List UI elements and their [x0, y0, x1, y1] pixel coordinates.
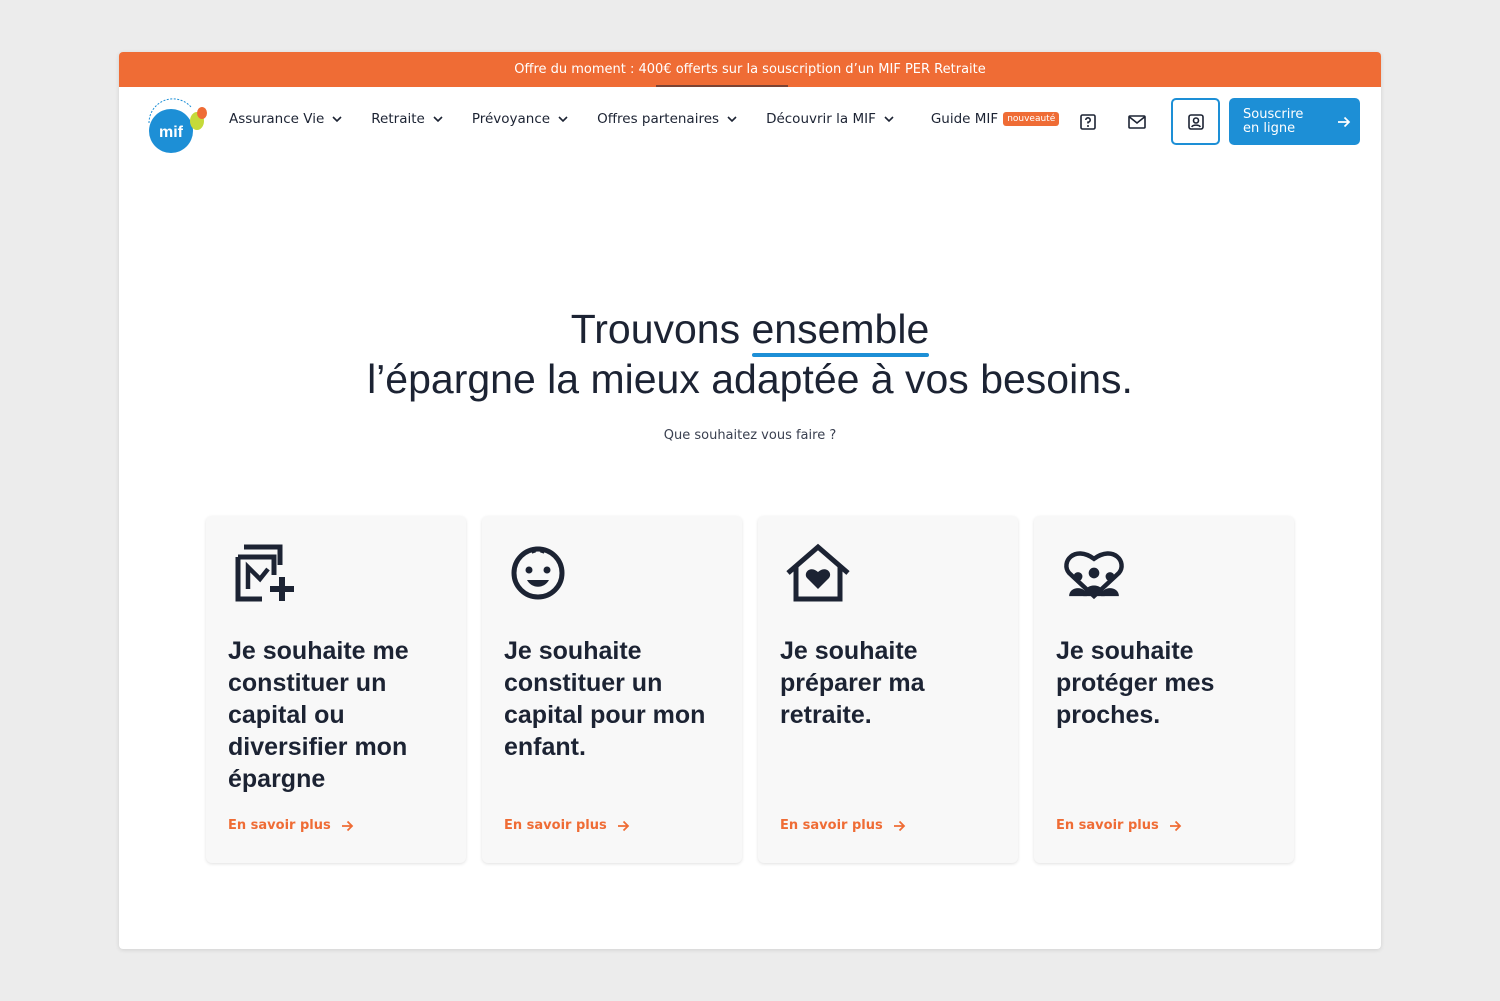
card-title: Je souhaite protéger mes proches.: [1056, 637, 1215, 729]
hero-section: Trouvons ensemble l’épargne la mieux ada…: [119, 304, 1381, 443]
chevron-down-icon: [558, 116, 568, 123]
card-capital-epargne[interactable]: Je souhaite me constituer un capital ou …: [206, 516, 466, 863]
promo-text[interactable]: Offre du moment : 400€ offerts sur la so…: [514, 62, 986, 77]
arrow-right-icon: [1338, 116, 1351, 127]
house-heart-icon: [786, 543, 850, 602]
contact-button[interactable]: [1126, 111, 1148, 133]
browser-window: Offre du moment : 400€ offerts sur la so…: [119, 52, 1381, 949]
nav-item-retraite[interactable]: Retraite: [371, 111, 444, 127]
goal-cards: Je souhaite me constituer un capital ou …: [206, 516, 1294, 863]
account-button[interactable]: [1171, 98, 1220, 145]
mif-logo[interactable]: mif: [141, 97, 211, 153]
arrow-right-icon: [893, 820, 906, 831]
hero-title-start: Trouvons: [570, 306, 752, 352]
learn-more-link[interactable]: En savoir plus: [228, 818, 354, 833]
chevron-down-icon: [332, 116, 342, 123]
nav-item-label: Découvrir la MIF: [766, 111, 876, 127]
learn-more-link[interactable]: En savoir plus: [780, 818, 906, 833]
family-icon: [1064, 551, 1124, 600]
logo-text: mif: [159, 124, 184, 141]
nav-item-guide-mif[interactable]: Guide MIF nouveauté: [930, 111, 1060, 127]
card-retraite[interactable]: Je souhaite préparer ma retraite. En sav…: [758, 516, 1018, 863]
baby-face-icon: [511, 546, 565, 600]
arrow-right-icon: [341, 820, 354, 831]
hero-title-highlight: ensemble: [751, 306, 930, 357]
card-proteger-proches[interactable]: Je souhaite protéger mes proches. En sav…: [1034, 516, 1294, 863]
promo-banner[interactable]: Offre du moment : 400€ offerts sur la so…: [119, 52, 1381, 87]
card-title: Je souhaite constituer un capital pour m…: [504, 637, 706, 761]
hero-title-end: l’épargne la mieux adaptée à vos besoins…: [367, 356, 1133, 402]
nav-item-label: Prévoyance: [471, 111, 551, 127]
savings-add-icon: [235, 544, 294, 602]
user-account-icon: [1187, 113, 1204, 130]
card-title: Je souhaite me constituer un capital ou …: [228, 637, 409, 793]
chevron-down-icon: [433, 116, 443, 123]
hero-subtitle: Que souhaitez vous faire ?: [663, 428, 837, 443]
card-capital-enfant[interactable]: Je souhaite constituer un capital pour m…: [482, 516, 742, 863]
card-title: Je souhaite préparer ma retraite.: [780, 637, 925, 729]
chevron-down-icon: [884, 116, 894, 123]
new-badge: nouveauté: [1003, 112, 1060, 126]
nav-item-decouvrir-la-mif[interactable]: Découvrir la MIF: [766, 111, 895, 127]
help-button[interactable]: [1077, 111, 1099, 133]
guide-label: Guide MIF: [930, 111, 999, 127]
arrow-right-icon: [1169, 820, 1182, 831]
learn-more-link[interactable]: En savoir plus: [1056, 818, 1182, 833]
arrow-right-icon: [617, 820, 630, 831]
subscribe-online-button[interactable]: Souscrire en ligne: [1229, 98, 1360, 145]
mail-icon: [1128, 115, 1146, 129]
learn-more-label: En savoir plus: [504, 818, 607, 833]
hero-title: Trouvons ensemble l’épargne la mieux ada…: [119, 304, 1381, 404]
learn-more-label: En savoir plus: [228, 818, 331, 833]
learn-more-link[interactable]: En savoir plus: [504, 818, 630, 833]
nav-item-offres-partenaires[interactable]: Offres partenaires: [597, 111, 738, 127]
nav-item-assurance-vie[interactable]: Assurance Vie: [229, 111, 343, 127]
chevron-down-icon: [727, 116, 737, 123]
nav-item-label: Offres partenaires: [597, 111, 720, 127]
nav-item-label: Retraite: [371, 111, 425, 127]
nav-menu: Assurance Vie Retraite Prévoyance Offres…: [229, 111, 1060, 127]
nav-item-label: Assurance Vie: [229, 111, 325, 127]
learn-more-label: En savoir plus: [1056, 818, 1159, 833]
nav-item-prevoyance[interactable]: Prévoyance: [472, 111, 569, 127]
main-navigation: mif Assurance Vie Retraite Prévoyance Of…: [119, 87, 1381, 157]
learn-more-label: En savoir plus: [780, 818, 883, 833]
question-icon: [1080, 114, 1096, 130]
subscribe-label: Souscrire en ligne: [1243, 106, 1304, 136]
